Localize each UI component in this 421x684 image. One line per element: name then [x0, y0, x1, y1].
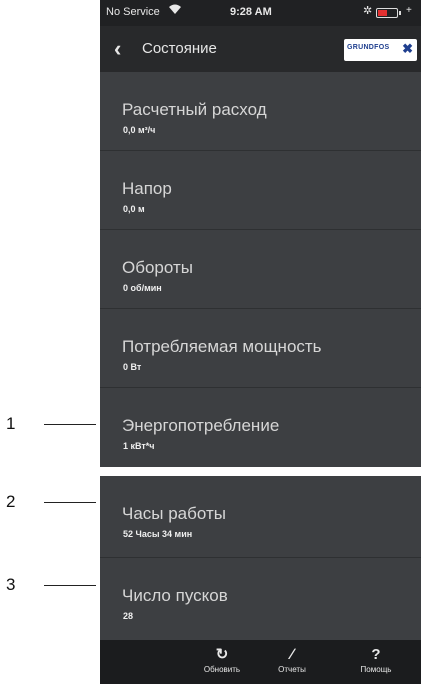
list-item-speed[interactable]: Обороты 0 об/мин — [100, 230, 421, 309]
logo-mark-icon: ✖ — [402, 41, 413, 56]
item-value: 52 Часы 34 мин — [123, 529, 193, 539]
callout-number: 1 — [6, 414, 16, 433]
callout-number: 2 — [6, 492, 16, 511]
refresh-label: Обновить — [203, 665, 241, 674]
item-label: Расчетный расход — [122, 100, 267, 119]
status-time: 9:28 AM — [230, 6, 272, 18]
back-chevron-icon[interactable]: ‹ — [114, 36, 121, 62]
callout-line — [44, 585, 96, 586]
callout-number: 3 — [6, 575, 16, 594]
list-item-starts[interactable]: Число пусков 28 — [100, 558, 421, 640]
navigation-bar: ‹ Состояние GRUNDFOS ✖ — [100, 26, 421, 72]
list-item-operating-hours[interactable]: Часы работы 52 Часы 34 мин — [100, 476, 421, 558]
refresh-icon: ↻ — [215, 646, 229, 663]
item-value: 1 кВт*ч — [123, 441, 155, 451]
wifi-icon — [168, 3, 182, 18]
reports-button[interactable]: ∕ Отчеты — [260, 640, 324, 684]
item-label: Напор — [122, 179, 172, 198]
item-label: Часы работы — [122, 504, 226, 523]
list-item-flow[interactable]: Расчетный расход 0,0 м³/ч — [100, 72, 421, 151]
callout-line — [44, 502, 96, 503]
item-label: Число пусков — [122, 586, 228, 605]
page-title[interactable]: Состояние — [142, 40, 217, 57]
logo-text: GRUNDFOS — [347, 44, 390, 51]
item-value: 0,0 м — [123, 204, 145, 214]
bottom-toolbar: ↻ Обновить ∕ Отчеты ? Помощь — [100, 640, 421, 684]
help-label: Помощь — [360, 665, 392, 674]
list-item-power[interactable]: Потребляемая мощность 0 Вт — [100, 309, 421, 388]
help-icon: ? — [371, 646, 381, 663]
refresh-button[interactable]: ↻ Обновить — [190, 640, 254, 684]
item-value: 0 об/мин — [123, 283, 162, 293]
item-label: Обороты — [122, 258, 193, 277]
carrier-label: No Service — [106, 6, 160, 18]
phone-screen: No Service 9:28 AM ✲ + ‹ Состояние GRUND… — [100, 0, 421, 684]
item-value: 28 — [123, 611, 134, 621]
help-button[interactable]: ? Помощь — [344, 640, 408, 684]
callout-line — [44, 424, 96, 425]
bluetooth-icon: ✲ — [363, 5, 373, 17]
charging-icon: + — [406, 5, 412, 16]
item-label: Энергопотребление — [122, 416, 280, 435]
item-value: 0,0 м³/ч — [123, 125, 156, 135]
item-value: 0 Вт — [123, 362, 142, 372]
reports-label: Отчеты — [278, 665, 306, 674]
section-divider — [100, 467, 421, 476]
list-item-energy[interactable]: Энергопотребление 1 кВт*ч — [100, 388, 421, 467]
grundfos-logo: GRUNDFOS ✖ — [344, 39, 417, 61]
status-bar: No Service 9:28 AM ✲ + — [100, 0, 421, 26]
item-label: Потребляемая мощность — [122, 337, 322, 356]
pencil-icon: ∕ — [290, 646, 294, 663]
list-item-head[interactable]: Напор 0,0 м — [100, 151, 421, 230]
battery-icon — [376, 8, 401, 18]
